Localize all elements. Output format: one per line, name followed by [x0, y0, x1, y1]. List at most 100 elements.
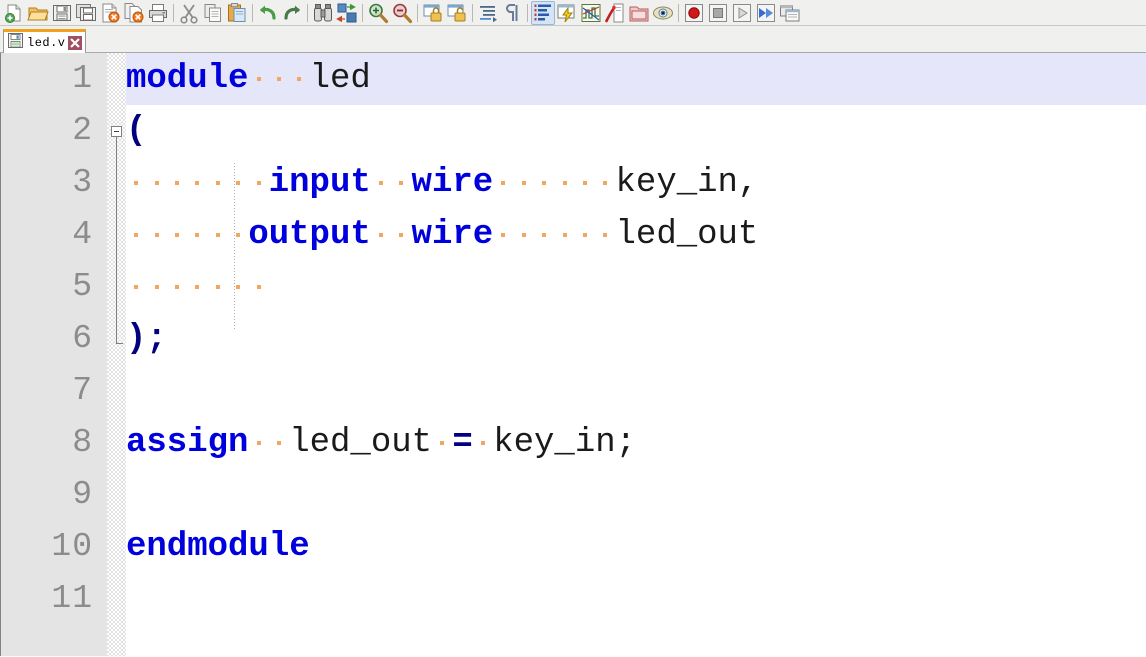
- code-line[interactable]: (: [126, 105, 1146, 157]
- indent-guides-icon: [477, 2, 499, 24]
- watch-eye-icon: [652, 2, 674, 24]
- toolbar-button-undo[interactable]: [256, 1, 280, 25]
- code-line[interactable]: [126, 261, 1146, 313]
- identifier-token: led_out: [289, 424, 433, 462]
- whitespace-dot: [126, 157, 146, 209]
- toolbar-separator: [252, 3, 253, 22]
- keyword-token: wire: [411, 216, 494, 254]
- toolbar-button-copy[interactable]: [201, 1, 225, 25]
- toolbar-separator: [527, 3, 528, 22]
- toolbar-button-redo[interactable]: [280, 1, 304, 25]
- line-number: 1: [72, 60, 93, 97]
- waveform-icon: [580, 2, 602, 24]
- find-binoculars-icon: [312, 2, 334, 24]
- toolbar-button-compile-flash[interactable]: [555, 1, 579, 25]
- toolbar-button-indent-guides[interactable]: [476, 1, 500, 25]
- whitespace-dot: [208, 157, 228, 209]
- cut-scissors-icon: [178, 2, 200, 24]
- operator-token: );: [126, 320, 167, 358]
- code-line[interactable]: [126, 469, 1146, 521]
- whitespace-dot: [595, 157, 615, 209]
- toolbar-button-save[interactable]: [50, 1, 74, 25]
- whitespace-dot: [371, 157, 391, 209]
- toolbar-button-play[interactable]: [730, 1, 754, 25]
- toolbar-button-outline-list[interactable]: [531, 0, 555, 25]
- floppy-disk-icon: [8, 32, 23, 53]
- code-line[interactable]: input wire key_in,: [126, 157, 1146, 209]
- whitespace-dot: [514, 157, 534, 209]
- whitespace-dot: [514, 209, 534, 261]
- line-number: 9: [72, 476, 93, 513]
- toolbar-button-new-file[interactable]: [2, 1, 26, 25]
- whitespace-dot: [534, 209, 554, 261]
- toolbar-button-project-folder[interactable]: [627, 1, 651, 25]
- whitespace-dot: [473, 417, 493, 469]
- whitespace-dot: [432, 417, 452, 469]
- whitespace-dot: [228, 209, 248, 261]
- toolbar-button-unlock-window[interactable]: [445, 1, 469, 25]
- code-line[interactable]: endmodule: [126, 521, 1146, 573]
- toolbar-button-fast-forward[interactable]: [754, 1, 778, 25]
- code-editor[interactable]: 1 2 3 4 5 6 7 8 9 10 11 module led ( input wire key…: [0, 53, 1146, 656]
- identifier-token: key_in;: [493, 424, 637, 462]
- toolbar-button-lock-window[interactable]: [421, 1, 445, 25]
- whitespace-dot: [575, 209, 595, 261]
- toolbar-button-paragraph-marks[interactable]: [500, 1, 524, 25]
- toolbar-button-close-file[interactable]: [98, 1, 122, 25]
- whitespace-dot: [146, 261, 166, 313]
- whitespace-dot: [248, 261, 268, 313]
- toolbar-button-close-all-files[interactable]: [122, 1, 146, 25]
- keyword-token: input: [268, 164, 371, 202]
- whitespace-dot: [391, 209, 411, 261]
- fold-toggle-icon[interactable]: [111, 126, 122, 137]
- code-folding-column[interactable]: [107, 53, 126, 656]
- undo-icon: [257, 2, 279, 24]
- whitespace-dot: [228, 261, 248, 313]
- compile-flash-icon: [556, 2, 578, 24]
- close-tab-icon[interactable]: [67, 35, 82, 50]
- replace-icon: [336, 2, 358, 24]
- toolbar-button-zoom-out[interactable]: [390, 1, 414, 25]
- toolbar-button-open-folder[interactable]: [26, 1, 50, 25]
- whitespace-dot: [289, 53, 309, 105]
- toolbar-button-record[interactable]: [682, 1, 706, 25]
- whitespace-dot: [248, 417, 268, 469]
- toolbar-button-zoom-in[interactable]: [366, 1, 390, 25]
- toolbar-button-cut-scissors[interactable]: [177, 1, 201, 25]
- toolbar-button-save-all[interactable]: [74, 1, 98, 25]
- code-line[interactable]: assign led_out = key_in;: [126, 417, 1146, 469]
- editor-tab-bar: led.v: [0, 26, 1146, 53]
- toolbar-button-waveform[interactable]: [579, 1, 603, 25]
- keyword-token: output: [248, 216, 371, 254]
- toolbar-button-print[interactable]: [146, 1, 170, 25]
- whitespace-dot: [167, 261, 187, 313]
- unlock-window-icon: [446, 2, 468, 24]
- keyword-token: assign: [126, 424, 249, 462]
- line-number: 5: [72, 268, 93, 305]
- code-line[interactable]: module led: [126, 53, 1146, 105]
- code-line[interactable]: [126, 365, 1146, 417]
- toolbar-separator: [472, 3, 473, 22]
- code-line[interactable]: output wire led_out: [126, 209, 1146, 261]
- toolbar-button-stop[interactable]: [706, 1, 730, 25]
- toolbar-button-find-binoculars[interactable]: [311, 1, 335, 25]
- code-line[interactable]: [126, 573, 1146, 625]
- toolbar-button-paste[interactable]: [225, 1, 249, 25]
- identifier-token: led: [309, 60, 371, 98]
- close-all-files-icon: [123, 2, 145, 24]
- toolbar-button-replace[interactable]: [335, 1, 359, 25]
- main-toolbar: [0, 0, 1146, 26]
- zoom-in-icon: [367, 2, 389, 24]
- toolbar-button-window-list[interactable]: [778, 1, 802, 25]
- toolbar-button-watch-eye[interactable]: [651, 1, 675, 25]
- line-number: 7: [72, 372, 93, 409]
- whitespace-dot: [269, 417, 289, 469]
- new-file-icon: [3, 2, 25, 24]
- window-list-icon: [779, 2, 801, 24]
- tab-led-v[interactable]: led.v: [3, 29, 86, 53]
- paste-icon: [226, 2, 248, 24]
- whitespace-dot: [493, 209, 513, 261]
- toolbar-button-wand[interactable]: [603, 1, 627, 25]
- zoom-out-icon: [391, 2, 413, 24]
- code-line[interactable]: );: [126, 313, 1146, 365]
